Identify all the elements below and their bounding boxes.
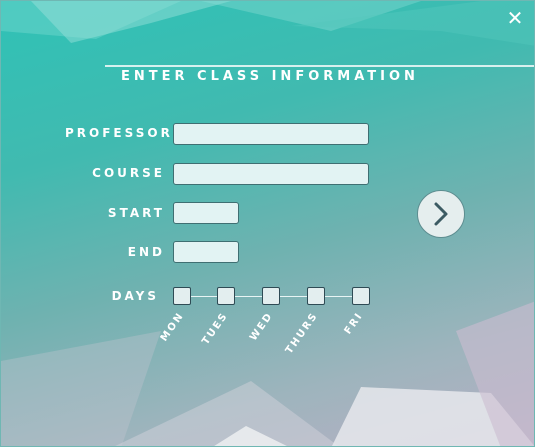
day-checkbox-tues[interactable] bbox=[217, 287, 235, 305]
end-label: END bbox=[127, 245, 165, 259]
close-button[interactable]: ✕ bbox=[504, 7, 526, 29]
start-time-input[interactable] bbox=[173, 202, 239, 224]
form-title: ENTER CLASS INFORMATION bbox=[121, 69, 419, 84]
start-label: START bbox=[107, 206, 165, 220]
day-checkbox-fri[interactable] bbox=[352, 287, 370, 305]
class-info-dialog: ✕ ENTER CLASS INFORMATION PROFESSOR COUR… bbox=[0, 0, 535, 447]
course-label: COURSE bbox=[92, 166, 165, 180]
day-checkbox-thurs[interactable] bbox=[307, 287, 325, 305]
day-checkbox-wed[interactable] bbox=[262, 287, 280, 305]
next-button[interactable] bbox=[417, 190, 465, 238]
title-divider bbox=[105, 65, 534, 67]
days-label: DAYS bbox=[111, 289, 159, 303]
course-input[interactable] bbox=[173, 163, 369, 185]
chevron-right-icon bbox=[434, 202, 448, 226]
professor-label: PROFESSOR bbox=[65, 126, 173, 140]
day-checkbox-mon[interactable] bbox=[173, 287, 191, 305]
end-time-input[interactable] bbox=[173, 241, 239, 263]
professor-input[interactable] bbox=[173, 123, 369, 145]
close-icon: ✕ bbox=[506, 6, 524, 30]
